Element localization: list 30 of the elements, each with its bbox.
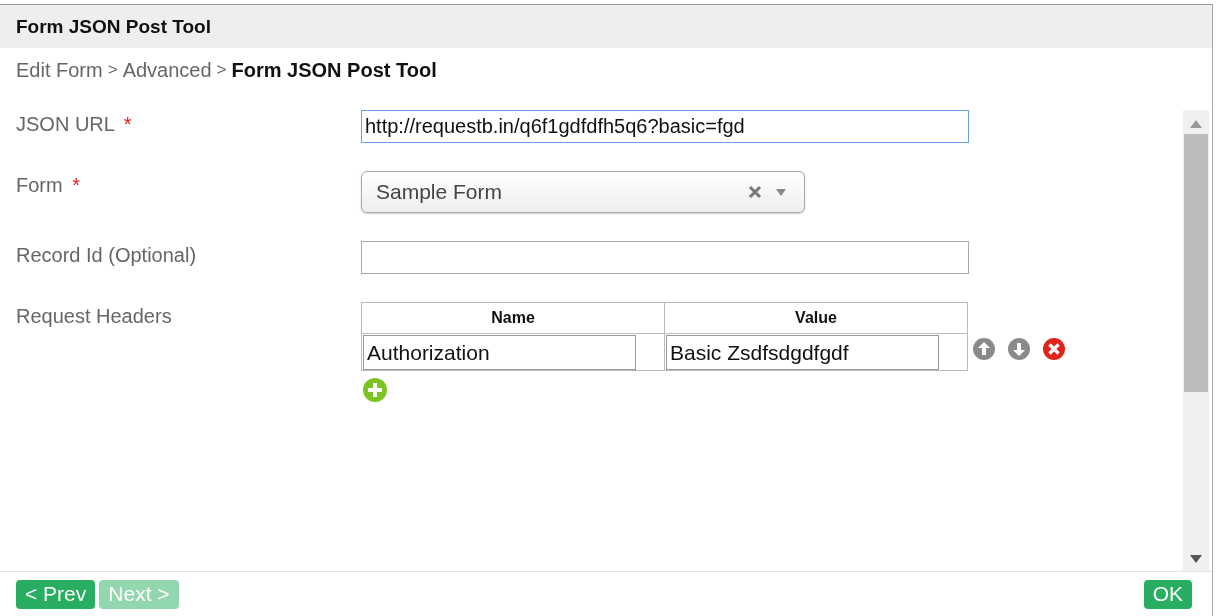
select-value: Sample Form	[376, 180, 504, 204]
move-down-icon[interactable]	[1007, 337, 1031, 361]
header-input[interactable]: Basic Zsdfsdgdfgdf	[666, 335, 939, 370]
dialog-title: Form JSON Post Tool	[16, 15, 211, 38]
field-label: Form	[16, 174, 63, 196]
column-header: Name	[361, 302, 665, 334]
breadcrumb-separator: >	[107, 60, 118, 80]
scroll-up-icon[interactable]	[1190, 120, 1202, 128]
breadcrumb-separator: >	[216, 60, 227, 80]
required-mark: *	[72, 174, 81, 196]
add-icon[interactable]	[362, 377, 388, 403]
column-header: Value	[664, 302, 968, 334]
select-dropdown[interactable]: Sample Form	[361, 171, 805, 213]
clear-icon[interactable]	[748, 185, 762, 199]
breadcrumb-item[interactable]: Advanced	[122, 58, 212, 82]
header-input[interactable]: Authorization	[363, 335, 636, 370]
scroll-down-icon[interactable]	[1190, 555, 1202, 563]
text-field[interactable]: http://requestb.in/q6f1gdfdfh5q6?basic=fgd	[361, 110, 969, 143]
field-label: JSON URL	[16, 113, 115, 135]
scroll-thumb[interactable]	[1184, 134, 1208, 392]
delete-icon[interactable]	[1042, 337, 1066, 361]
breadcrumb-item[interactable]: Edit Form	[16, 58, 103, 82]
move-up-icon[interactable]	[972, 337, 996, 361]
scrollbar[interactable]	[1183, 110, 1209, 571]
field-label: Record Id (Optional)	[16, 244, 197, 266]
text-field[interactable]	[361, 241, 969, 274]
required-mark: *	[123, 113, 132, 135]
field-label: Request Headers	[16, 305, 172, 327]
breadcrumb-item: Form JSON Post Tool	[231, 58, 437, 82]
caret-icon[interactable]	[776, 188, 786, 196]
